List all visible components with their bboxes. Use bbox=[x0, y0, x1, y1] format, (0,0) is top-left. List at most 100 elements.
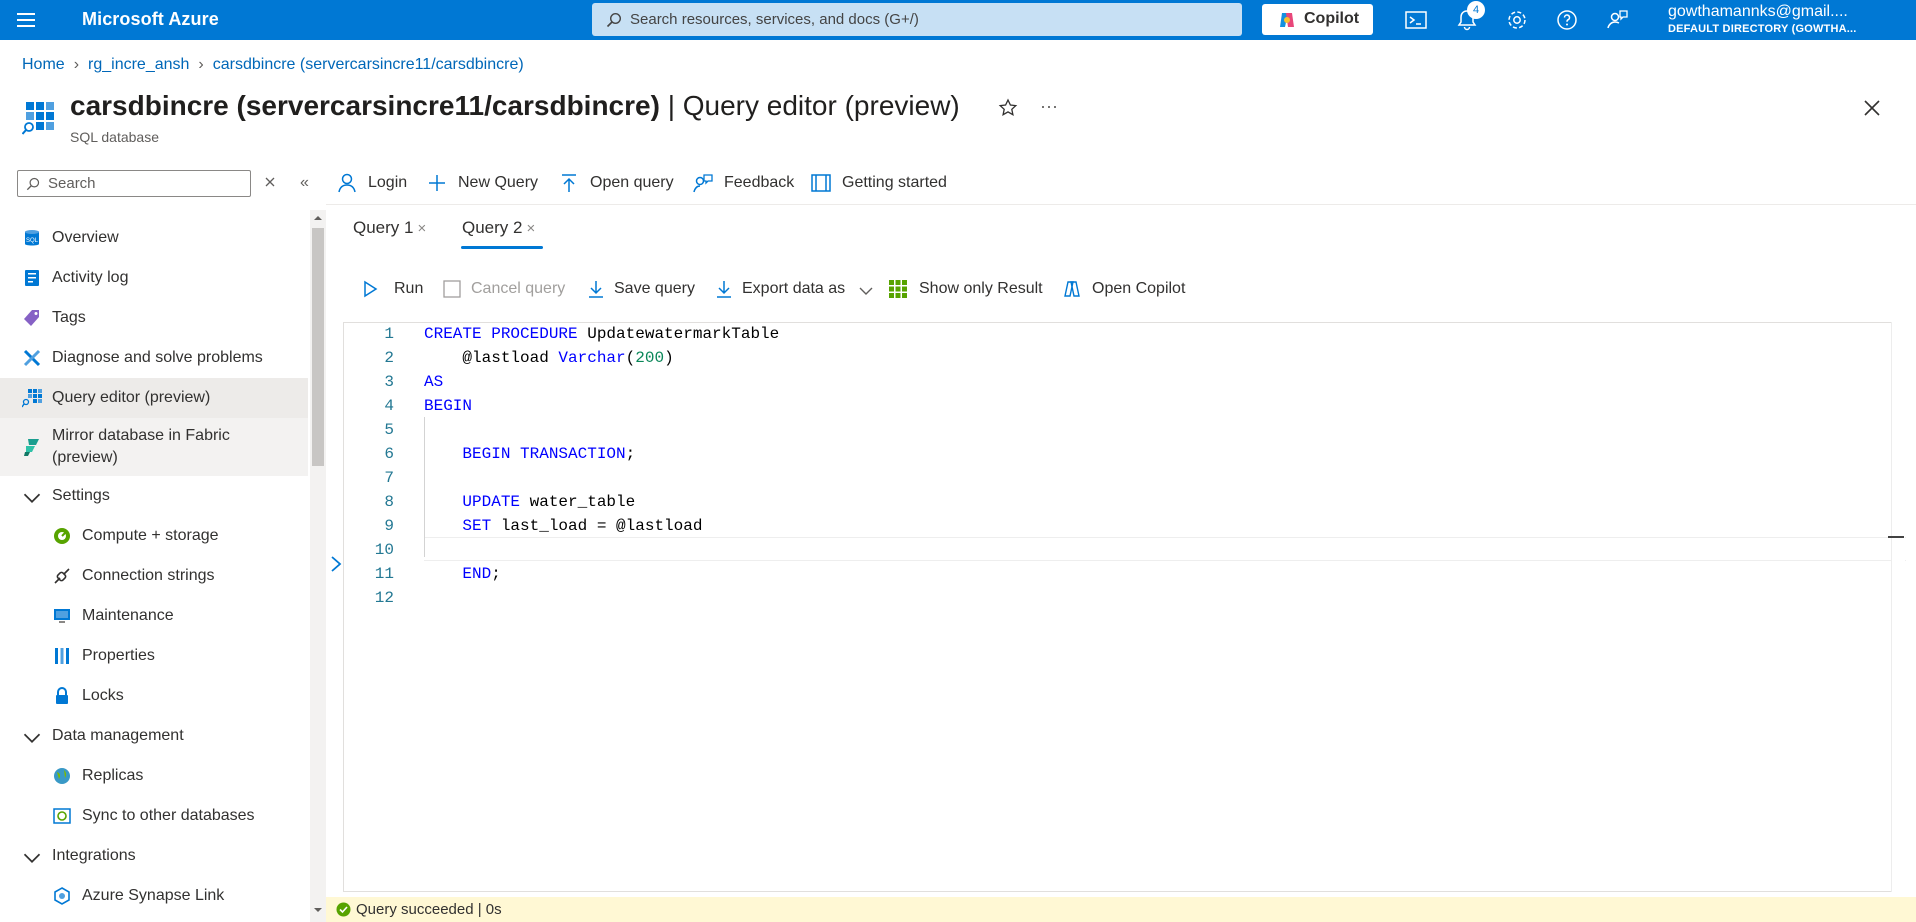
sql-icon: SQL bbox=[25, 230, 39, 246]
show-only-result-button[interactable]: Show only Result bbox=[888, 277, 1048, 305]
editor-scrollbar[interactable] bbox=[1891, 322, 1905, 892]
breadcrumb-resource-group[interactable]: rg_incre_ansh bbox=[88, 56, 189, 73]
close-tab-icon[interactable]: × bbox=[417, 220, 426, 237]
chevron-down-icon bbox=[23, 853, 41, 863]
login-button[interactable]: Login bbox=[336, 170, 412, 198]
tab-label: Query 2 bbox=[462, 218, 523, 237]
wrench-icon bbox=[23, 349, 41, 367]
user-email: gowthamannks@gmail.... bbox=[1668, 3, 1848, 20]
nav-item-compute-storage[interactable]: Compute + storage bbox=[0, 516, 308, 556]
copilot-outline-icon bbox=[1064, 281, 1080, 297]
save-query-label: Save query bbox=[614, 280, 695, 297]
line-number: 11 bbox=[374, 565, 394, 583]
export-data-dropdown[interactable]: Export data as bbox=[714, 277, 876, 305]
close-blade-icon[interactable] bbox=[1862, 98, 1882, 118]
favorite-star-icon[interactable] bbox=[998, 98, 1018, 118]
nav-item-locks[interactable]: Locks bbox=[0, 676, 308, 716]
nav-group-settings[interactable]: Settings bbox=[0, 476, 308, 516]
nav-item-tags[interactable]: Tags bbox=[0, 298, 308, 338]
top-bar: Microsoft Azure Search resources, servic… bbox=[0, 0, 1916, 40]
chevron-down-icon bbox=[23, 733, 41, 743]
code-line-11: END; bbox=[462, 565, 501, 583]
global-search-input[interactable]: Search resources, services, and docs (G+… bbox=[592, 3, 1242, 36]
nav-group-label: Integrations bbox=[52, 847, 136, 864]
feedback-button[interactable]: Feedback bbox=[692, 170, 794, 198]
settings-gear-icon[interactable] bbox=[1505, 8, 1529, 32]
person-icon bbox=[338, 173, 356, 193]
breadcrumb-home[interactable]: Home bbox=[22, 56, 65, 73]
run-button[interactable]: Run bbox=[360, 277, 424, 305]
nav-group-integrations[interactable]: Integrations bbox=[0, 836, 308, 876]
close-tab-icon[interactable]: × bbox=[526, 220, 535, 237]
nav-item-connection-strings[interactable]: Connection strings bbox=[0, 556, 308, 596]
copilot-icon bbox=[1280, 13, 1294, 27]
code-line-1: CREATE PROCEDURE UpdatewatermarkTable bbox=[424, 325, 780, 343]
hamburger-menu-icon[interactable] bbox=[14, 8, 42, 32]
breadcrumb: Home › rg_incre_ansh › carsdbincre (serverca… bbox=[22, 56, 524, 74]
nav-scrollbar[interactable] bbox=[310, 210, 326, 922]
nav-item-maintenance[interactable]: Maintenance bbox=[0, 596, 308, 636]
chevron-right-icon[interactable] bbox=[329, 555, 343, 573]
nav-item-diagnose[interactable]: Diagnose and solve problems bbox=[0, 338, 308, 378]
feedback-person-icon[interactable] bbox=[1605, 8, 1629, 32]
nav-item-sync-databases[interactable]: Sync to other databases bbox=[0, 796, 308, 836]
scroll-up-icon[interactable] bbox=[314, 214, 322, 222]
nav-label: Locks bbox=[82, 687, 124, 704]
cancel-query-button[interactable]: Cancel query bbox=[442, 277, 568, 305]
nav-item-properties[interactable]: Properties bbox=[0, 636, 308, 676]
command-bar-divider bbox=[326, 204, 1916, 205]
user-account[interactable]: gowthamannks@gmail.... DEFAULT DIRECTORY… bbox=[1668, 2, 1857, 36]
nav-group-data-management[interactable]: Data management bbox=[0, 716, 308, 756]
open-copilot-label: Open Copilot bbox=[1092, 280, 1186, 297]
globe-icon bbox=[54, 768, 70, 784]
collapse-nav-icon[interactable]: « bbox=[300, 174, 309, 192]
new-query-button[interactable]: New Query bbox=[426, 170, 538, 198]
line-number: 7 bbox=[384, 469, 394, 487]
book-icon bbox=[811, 174, 831, 192]
cancel-query-label: Cancel query bbox=[471, 280, 566, 297]
getting-started-button[interactable]: Getting started bbox=[810, 170, 950, 198]
nav-item-azure-synapse-link[interactable]: Azure Synapse Link bbox=[0, 876, 308, 916]
more-options-icon[interactable]: ··· bbox=[1040, 96, 1058, 117]
download-icon bbox=[589, 281, 603, 298]
active-tab-indicator bbox=[461, 246, 543, 249]
resource-type: SQL database bbox=[70, 129, 159, 145]
open-copilot-button[interactable]: Open Copilot bbox=[1062, 277, 1192, 305]
copilot-label: Copilot bbox=[1304, 10, 1360, 27]
search-icon bbox=[606, 12, 622, 28]
brand-title[interactable]: Microsoft Azure bbox=[82, 9, 219, 30]
breadcrumb-database[interactable]: carsdbincre (servercarsincre11/carsdbinc… bbox=[213, 56, 524, 73]
show-only-result-label: Show only Result bbox=[919, 280, 1043, 297]
tab-query-1[interactable]: Query 1 × bbox=[353, 218, 426, 238]
help-icon[interactable] bbox=[1555, 8, 1579, 32]
nav-item-mirror-database[interactable]: Mirror database in Fabric (preview) bbox=[0, 418, 308, 476]
nav-search-input[interactable]: Search bbox=[17, 170, 251, 197]
tab-query-2[interactable]: Query 2 × bbox=[462, 218, 535, 238]
scroll-down-icon[interactable] bbox=[314, 906, 322, 914]
save-query-button[interactable]: Save query bbox=[586, 277, 696, 305]
getting-started-label: Getting started bbox=[842, 174, 947, 191]
nav-scroll-thumb[interactable] bbox=[312, 228, 324, 466]
log-icon bbox=[25, 270, 39, 286]
open-query-button[interactable]: Open query bbox=[558, 170, 674, 198]
nav-item-replicas[interactable]: Replicas bbox=[0, 756, 308, 796]
code-line-3: AS bbox=[424, 373, 444, 391]
clear-search-icon[interactable] bbox=[264, 176, 276, 188]
feedback-icon bbox=[693, 174, 713, 193]
nav-item-overview[interactable]: SQL Overview bbox=[0, 218, 308, 258]
copilot-button[interactable]: Copilot bbox=[1262, 4, 1373, 35]
search-placeholder: Search resources, services, and docs (G+… bbox=[630, 11, 919, 28]
grid-icon bbox=[889, 280, 907, 298]
sync-icon bbox=[53, 808, 71, 824]
breadcrumb-separator-icon: › bbox=[198, 56, 204, 73]
notification-count-badge: 4 bbox=[1467, 1, 1485, 19]
cloud-shell-icon[interactable] bbox=[1404, 8, 1428, 32]
nav-item-activity-log[interactable]: Activity log bbox=[0, 258, 308, 298]
stop-icon bbox=[443, 280, 461, 298]
tab-label: Query 1 bbox=[353, 218, 414, 237]
nav-label: Mirror database in Fabric bbox=[52, 427, 230, 444]
nav-item-query-editor[interactable]: Query editor (preview) bbox=[0, 378, 308, 418]
sql-code-editor[interactable]: 1 2 3 4 5 6 7 8 9 10 11 12 CREATE PROCED… bbox=[343, 322, 1906, 892]
nav-label: Azure Synapse Link bbox=[82, 887, 225, 904]
download-icon bbox=[717, 281, 731, 298]
